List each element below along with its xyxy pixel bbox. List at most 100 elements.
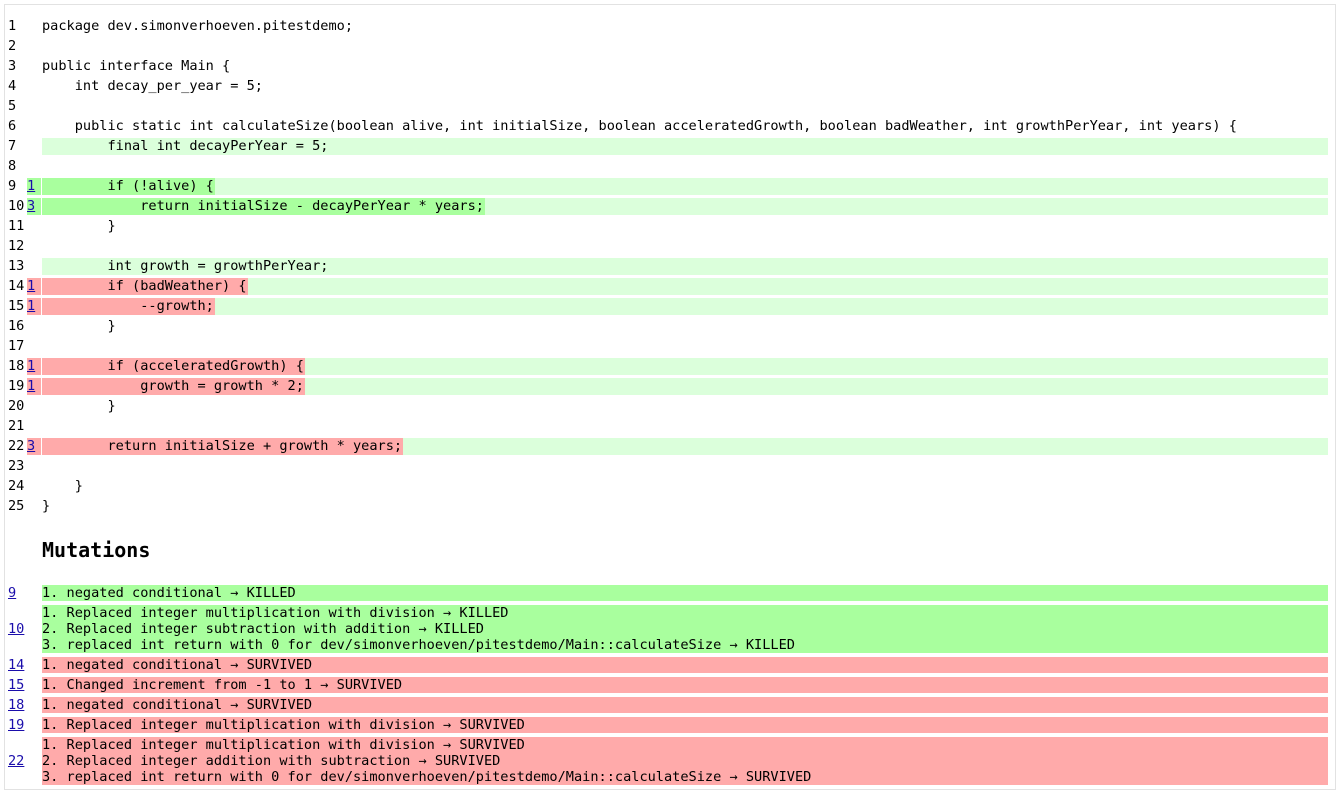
- code-line: 15 1 --growth;: [5, 296, 1335, 316]
- code-line: 17: [5, 336, 1335, 356]
- code-lane: [42, 238, 1328, 255]
- mutation-line-link[interactable]: 15: [8, 677, 24, 693]
- mutation-count-link[interactable]: 3: [27, 198, 35, 214]
- source-text: public static int calculateSize(boolean …: [42, 118, 1237, 134]
- mutation-count[interactable]: 1: [27, 278, 41, 295]
- mutation-count: [27, 338, 41, 355]
- code-line: 22 3 return initialSize + growth * years;: [5, 436, 1335, 456]
- code-lane: public static int calculateSize(boolean …: [42, 118, 1328, 135]
- mutation-count-link[interactable]: 1: [27, 378, 35, 394]
- mutation-count[interactable]: 3: [27, 198, 41, 215]
- mutation-count-link[interactable]: 1: [27, 298, 35, 314]
- mutation-item: 3. replaced int return with 0 for dev/si…: [42, 769, 812, 785]
- mutations-list: 9 1. negated conditional → KILLED 10 1. Rep…: [5, 585, 1335, 789]
- mutation-count: [27, 498, 41, 515]
- code-lane: [42, 338, 1328, 355]
- code-line: 5: [5, 96, 1335, 116]
- mutation-row: 14 1. negated conditional → SURVIVED: [5, 657, 1335, 673]
- mutation-count: [27, 18, 41, 35]
- mutation-line-ref[interactable]: 9: [8, 585, 16, 601]
- mutation-row: 10 1. Replaced integer multiplication wit…: [5, 605, 1335, 653]
- code-line: 16 }: [5, 316, 1335, 336]
- mutation-line-ref[interactable]: 14: [8, 657, 24, 673]
- mutation-line-ref[interactable]: 10: [8, 621, 24, 637]
- mutation-line-ref[interactable]: 15: [8, 677, 24, 693]
- code-line: 18 1 if (acceleratedGrowth) {: [5, 356, 1335, 376]
- mutations-heading: Mutations: [42, 538, 151, 562]
- mutation-count[interactable]: 3: [27, 438, 41, 455]
- code-line: 10 3 return initialSize - decayPerYear * …: [5, 196, 1335, 216]
- source-text: growth = growth * 2;: [42, 378, 305, 395]
- mutation-count: [27, 98, 41, 115]
- code-lane: }: [42, 398, 1328, 415]
- coverage-band: growth = growth * 2;: [42, 378, 1328, 395]
- code-lane: }: [42, 478, 1328, 495]
- source-text: int growth = growthPerYear;: [42, 258, 329, 274]
- code-lane: [42, 458, 1328, 475]
- code-line: 21: [5, 416, 1335, 436]
- source-text: --growth;: [42, 298, 215, 315]
- mutation-line-ref[interactable]: 19: [8, 717, 24, 733]
- code-line: 7 final int decayPerYear = 5;: [5, 136, 1335, 156]
- mutation-count[interactable]: 1: [27, 358, 41, 375]
- source-text: [42, 38, 43, 55]
- code-lane: [42, 98, 1328, 115]
- source-text: [42, 418, 43, 435]
- mutation-count: [27, 158, 41, 175]
- mutation-line-link[interactable]: 9: [8, 585, 16, 601]
- coverage-band: return initialSize - decayPerYear * year…: [42, 198, 1328, 215]
- mutation-item: 2. Replaced integer addition with subtra…: [42, 753, 501, 769]
- mutation-line-ref[interactable]: 18: [8, 697, 24, 713]
- mutation-line-link[interactable]: 22: [8, 753, 24, 769]
- mutation-item: 1. negated conditional → KILLED: [42, 585, 296, 601]
- source-listing: 1 package dev.simonverhoeven.pitestdemo; 2…: [5, 16, 1335, 516]
- code-line: 1 package dev.simonverhoeven.pitestdemo;: [5, 16, 1335, 36]
- code-line: 19 1 growth = growth * 2;: [5, 376, 1335, 396]
- pitest-report-frame: 1 package dev.simonverhoeven.pitestdemo; 2…: [4, 4, 1336, 790]
- source-text: [42, 158, 43, 175]
- mutation-count[interactable]: 1: [27, 178, 41, 195]
- mutation-row: 9 1. negated conditional → KILLED: [5, 585, 1335, 601]
- mutation-line-link[interactable]: 14: [8, 657, 24, 673]
- code-lane: int decay_per_year = 5;: [42, 78, 1328, 95]
- coverage-band: return initialSize + growth * years;: [42, 438, 1328, 455]
- mutation-item: 1. Replaced integer multiplication with …: [42, 605, 509, 621]
- mutation-line-ref[interactable]: 22: [8, 753, 24, 769]
- source-text: }: [42, 498, 51, 514]
- mutation-count: [27, 38, 41, 55]
- mutation-count[interactable]: 1: [27, 298, 41, 315]
- mutation-details: 1. negated conditional → SURVIVED: [42, 697, 1328, 713]
- code-line: 6 public static int calculateSize(boolea…: [5, 116, 1335, 136]
- mutation-item: 1. Replaced integer multiplication with …: [42, 717, 525, 733]
- source-text: }: [42, 398, 116, 414]
- mutation-count: [27, 418, 41, 435]
- mutation-item: 1. negated conditional → SURVIVED: [42, 657, 313, 673]
- source-text: }: [42, 218, 116, 234]
- source-text: [42, 338, 43, 355]
- mutation-count[interactable]: 1: [27, 378, 41, 395]
- coverage-band: if (badWeather) {: [42, 278, 1328, 295]
- code-line: 2: [5, 36, 1335, 56]
- source-text: return initialSize - decayPerYear * year…: [42, 198, 485, 215]
- mutation-line-link[interactable]: 19: [8, 717, 24, 733]
- code-line: 4 int decay_per_year = 5;: [5, 76, 1335, 96]
- coverage-band: if (acceleratedGrowth) {: [42, 358, 1328, 375]
- mutation-line-link[interactable]: 18: [8, 697, 24, 713]
- code-line: 25}: [5, 496, 1335, 516]
- mutation-details: 1. negated conditional → SURVIVED: [42, 657, 1328, 673]
- mutation-count-link[interactable]: 1: [27, 278, 35, 294]
- mutation-count-link[interactable]: 3: [27, 438, 35, 454]
- code-lane: package dev.simonverhoeven.pitestdemo;: [42, 18, 1328, 35]
- mutation-row: 19 1. Replaced integer multiplication wit…: [5, 717, 1335, 733]
- mutation-line-link[interactable]: 10: [8, 621, 24, 637]
- code-lane: }: [42, 218, 1328, 235]
- code-line: 23: [5, 456, 1335, 476]
- mutation-count-link[interactable]: 1: [27, 358, 35, 374]
- mutation-count-link[interactable]: 1: [27, 178, 35, 194]
- source-text: if (!alive) {: [42, 178, 215, 195]
- mutation-details: 1. negated conditional → KILLED: [42, 585, 1328, 601]
- source-text: }: [42, 318, 116, 334]
- mutation-row: 22 1. Replaced integer multiplication wit…: [5, 737, 1335, 785]
- mutation-count: [27, 258, 41, 275]
- mutation-count: [27, 118, 41, 135]
